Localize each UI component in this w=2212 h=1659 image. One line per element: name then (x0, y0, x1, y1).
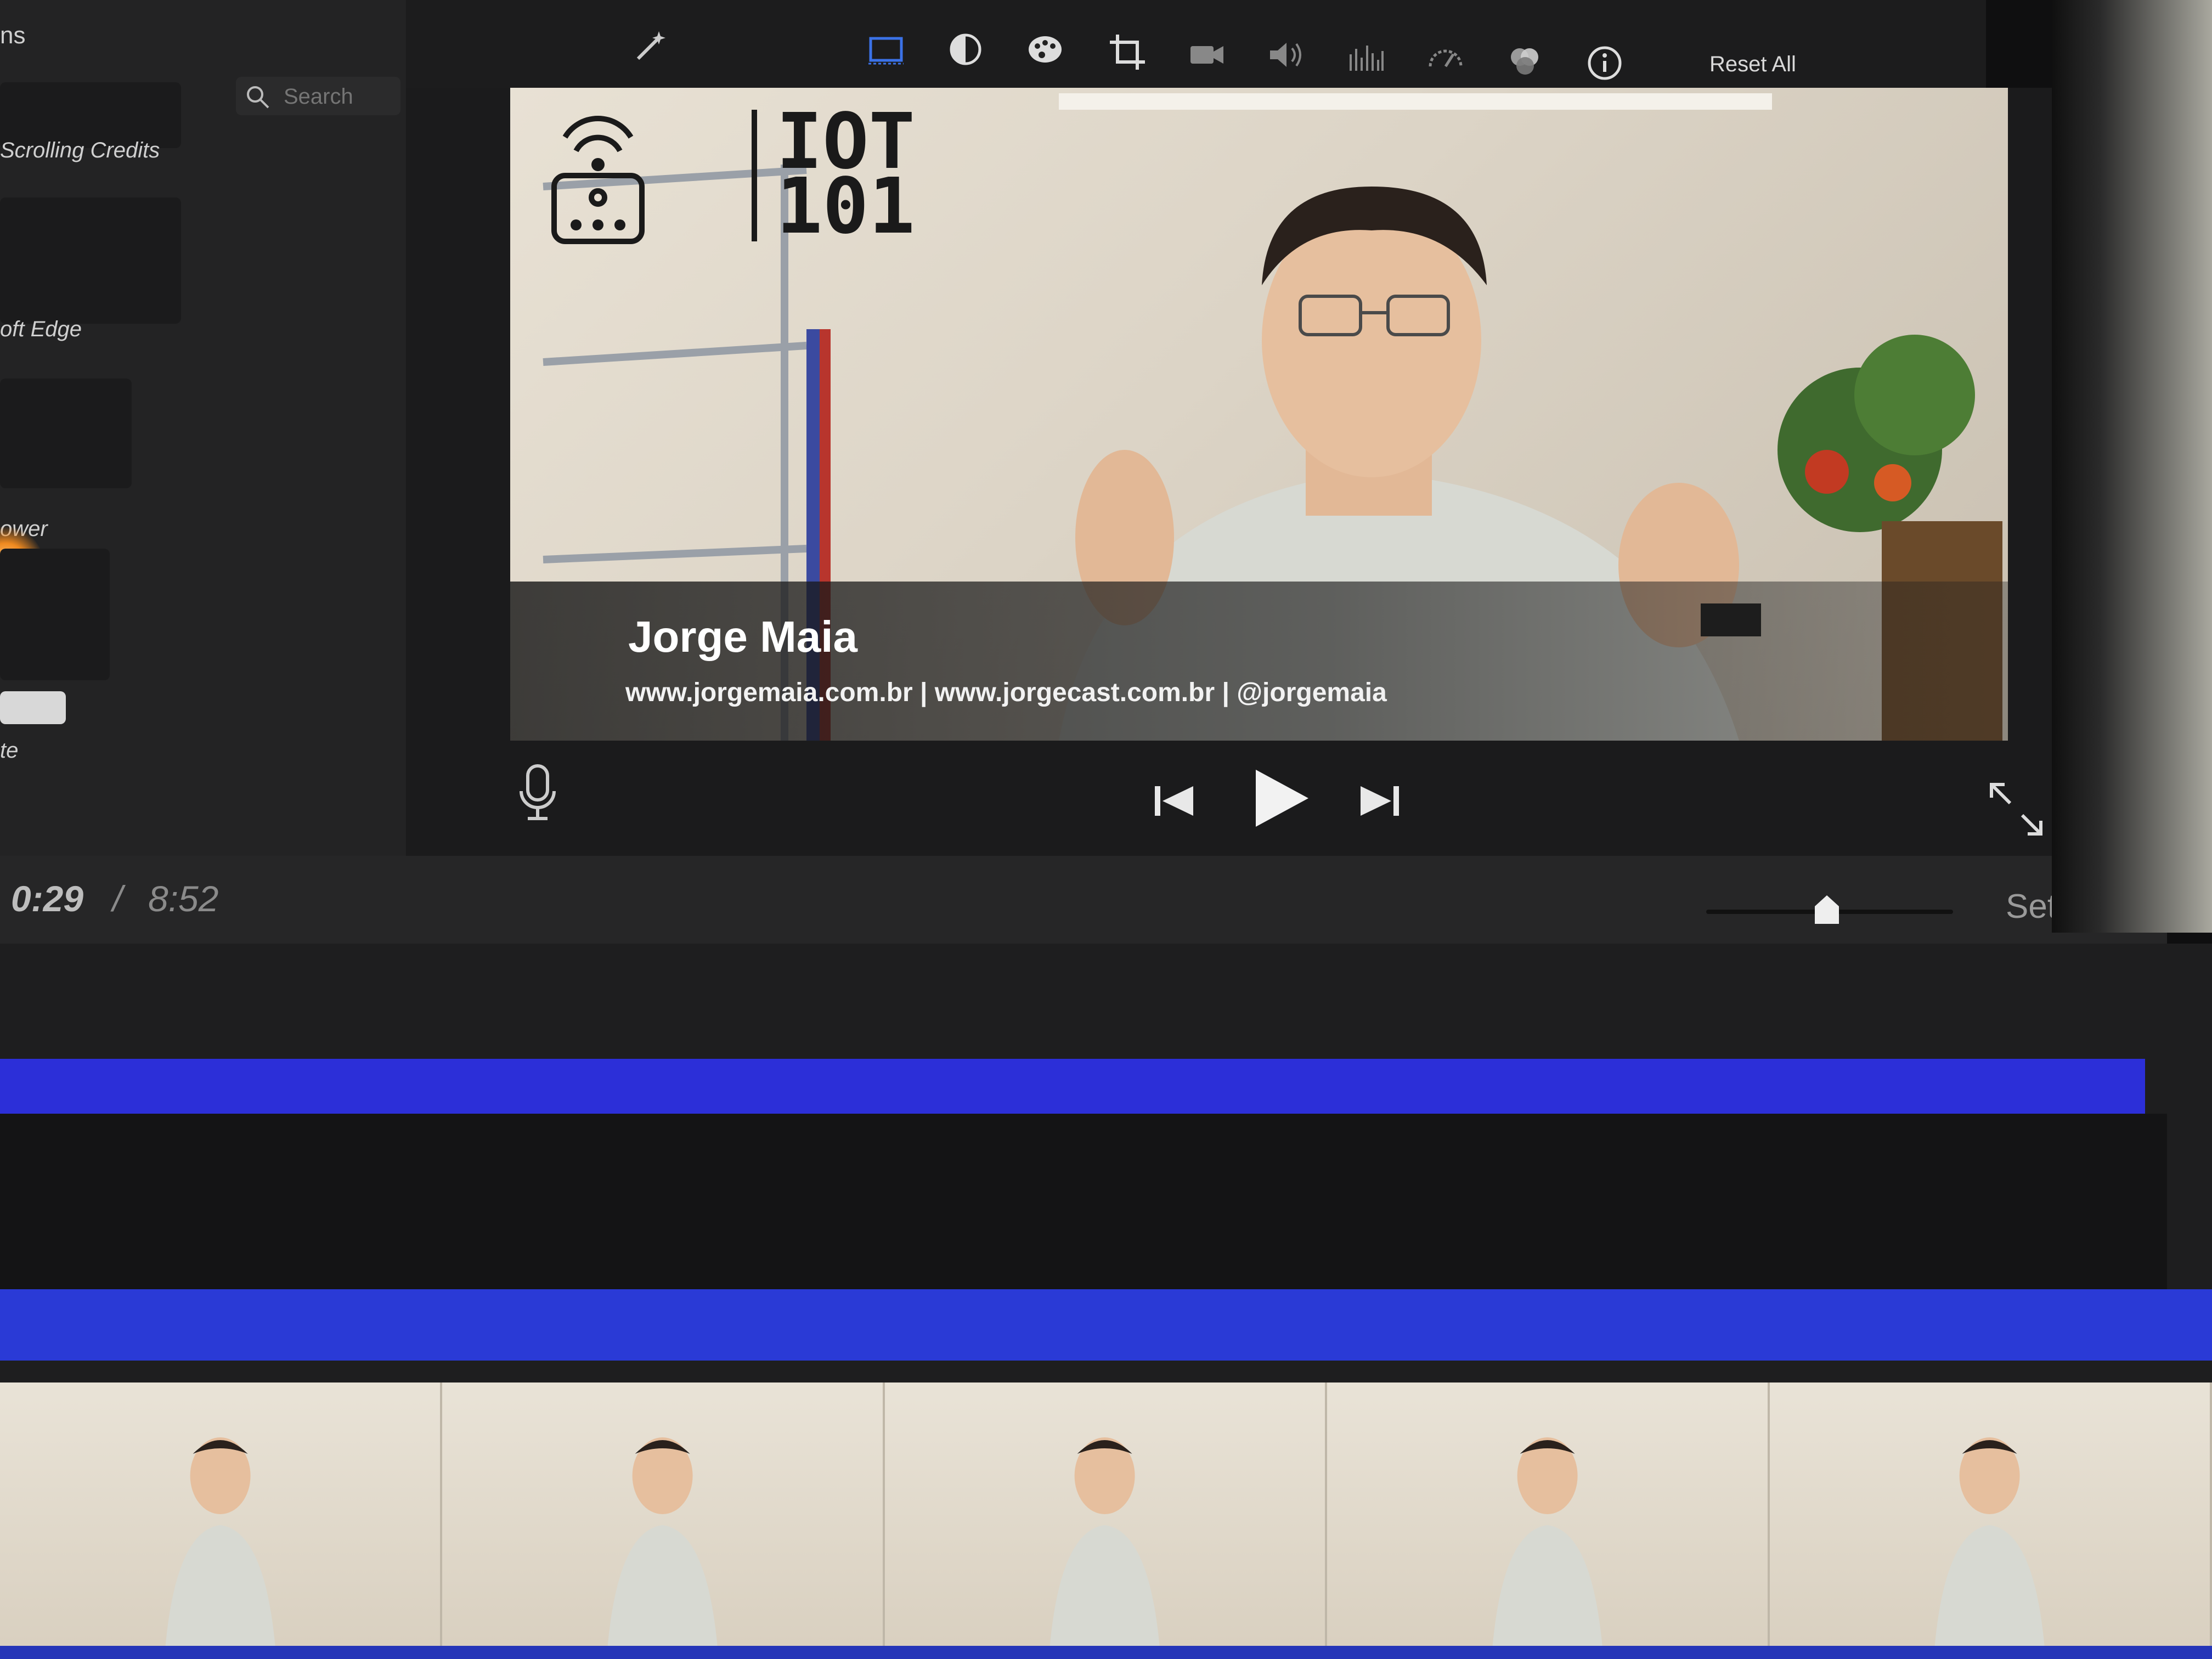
crop-icon[interactable] (1105, 30, 1149, 74)
clip-frame-person (1492, 1437, 1602, 1646)
clip-frame (884, 1383, 1328, 1646)
info-icon[interactable] (1583, 41, 1627, 85)
skip-back-icon (1155, 786, 1193, 816)
microphone-icon[interactable] (516, 763, 560, 823)
clip-frame-person (607, 1437, 718, 1646)
title-thumbnail[interactable] (0, 549, 110, 680)
skip-forward-button[interactable] (1355, 776, 1404, 826)
clip-frame (1769, 1383, 2212, 1646)
search-icon (247, 86, 269, 109)
clip-frame (1327, 1383, 1770, 1646)
magic-wand-icon[interactable] (628, 25, 672, 69)
iot-logo-icon (551, 116, 645, 244)
video-preview[interactable]: IOT 101 Jorge Maia www.jorgemaia.com.br … (510, 88, 2008, 741)
total-time: 8:52 (148, 878, 219, 919)
title-thumbnail-preview[interactable] (0, 691, 66, 724)
lower-third-links: www.jorgemaia.com.br | www.jorgecast.com… (625, 678, 1387, 707)
clip-frame-person (1050, 1437, 1160, 1646)
fullscreen-icon (1990, 783, 2042, 836)
zoom-slider-thumb[interactable] (1810, 893, 1843, 926)
title-track-lane[interactable] (0, 1289, 2212, 1361)
timeline-gap (0, 1114, 2167, 1289)
time-separator: / (112, 878, 123, 919)
logo-line-2: 101 (776, 162, 915, 251)
audio-track-lane[interactable] (0, 1059, 2145, 1114)
clip-frame-person (165, 1437, 275, 1646)
reset-all-button[interactable]: Reset All (1706, 52, 1799, 77)
speed-icon[interactable] (1424, 36, 1468, 80)
title-label-soft-edge: oft Edge (0, 317, 82, 341)
screen-bezel (2052, 0, 2212, 933)
title-label-scrolling-credits: Scrolling Credits (0, 138, 160, 162)
crop-frame-icon[interactable] (864, 27, 908, 71)
title-thumbnail[interactable] (0, 379, 132, 488)
clip-frame (442, 1383, 885, 1646)
color-balance-icon[interactable] (944, 27, 988, 71)
equalizer-icon[interactable] (1344, 36, 1388, 80)
search-input[interactable] (283, 81, 394, 112)
video-clip[interactable] (0, 1383, 2212, 1646)
clip-audio-waveform (0, 1646, 2212, 1659)
current-time: 0:29 (11, 878, 84, 919)
clip-frame (0, 1383, 443, 1646)
color-palette-icon[interactable] (1023, 27, 1067, 71)
lower-third-name: Jorge Maia (628, 612, 857, 661)
play-button[interactable] (1248, 765, 1314, 831)
title-thumbnail[interactable] (0, 198, 181, 324)
sidebar-title: ns (0, 22, 26, 49)
play-icon (1256, 770, 1308, 827)
camera-stabilization-icon[interactable] (1185, 33, 1229, 77)
title-label-te: te (0, 738, 19, 763)
clip-filter-icon[interactable] (1503, 38, 1547, 82)
fullscreen-button[interactable] (1986, 779, 2046, 839)
logo-text: IOT 101 (776, 104, 915, 251)
volume-icon[interactable] (1265, 33, 1308, 77)
clip-frame-person (1934, 1437, 2045, 1646)
logo-divider (752, 110, 757, 241)
skip-back-button[interactable] (1149, 776, 1199, 826)
skip-forward-icon (1361, 786, 1399, 816)
